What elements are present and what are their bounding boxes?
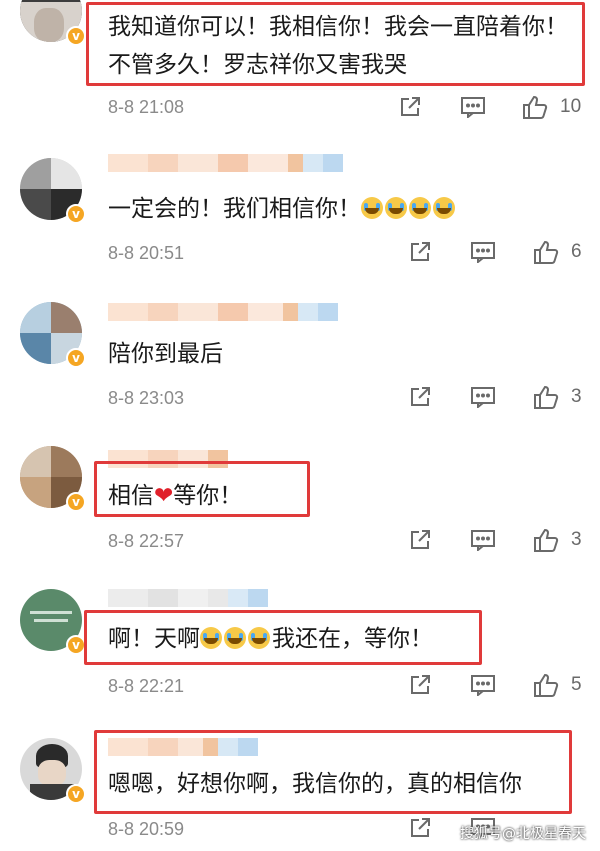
comment-text: 陪你到最后 — [108, 341, 223, 367]
comment-time: 8-8 23:03 — [108, 388, 185, 408]
like-icon — [534, 385, 559, 409]
avatar[interactable]: v — [20, 446, 86, 512]
share-button[interactable] — [408, 673, 432, 697]
comment-icon — [471, 242, 495, 263]
comment-button[interactable] — [470, 241, 496, 263]
comment-time: 8-8 22:21 — [108, 676, 185, 696]
like-icon — [534, 240, 559, 264]
comment-item: v 我知道你可以！我相信你！我会一直陪着你！不管多久！罗志祥你又害我哭 8-8 … — [0, 0, 600, 140]
highlight-box — [86, 2, 585, 86]
like-count: 5 — [571, 674, 582, 695]
comment-button[interactable] — [460, 96, 486, 118]
avatar[interactable]: v — [20, 0, 86, 46]
comment-time: 8-8 20:59 — [108, 819, 185, 839]
like-button[interactable]: 6 — [533, 239, 582, 265]
share-icon — [411, 530, 430, 549]
like-icon — [523, 95, 548, 119]
crying-emoji-icon — [361, 197, 383, 219]
avatar[interactable]: v — [20, 589, 86, 655]
highlight-box — [84, 610, 482, 665]
share-icon — [401, 97, 420, 116]
comment-time: 8-8 21:08 — [108, 97, 185, 117]
like-button[interactable]: 5 — [533, 672, 582, 698]
verified-badge-icon: v — [66, 635, 86, 655]
verified-badge-icon: v — [66, 492, 86, 512]
share-icon — [411, 818, 430, 837]
like-count: 10 — [560, 96, 582, 117]
like-button[interactable]: 3 — [533, 384, 582, 410]
comment-icon — [471, 675, 495, 696]
like-count: 3 — [571, 529, 582, 550]
highlight-box — [94, 461, 310, 517]
comment-icon — [461, 97, 485, 118]
verified-badge-icon: v — [66, 26, 86, 46]
avatar[interactable]: v — [20, 738, 86, 804]
comment-item: v 啊！天啊 我还在，等你！ 8-8 22:21 5 — [0, 575, 600, 720]
comment-icon — [471, 387, 495, 408]
comment-time: 8-8 20:51 — [108, 243, 185, 263]
like-button[interactable]: 3 — [533, 527, 582, 553]
like-button[interactable]: 10 — [522, 94, 581, 120]
comment-button[interactable] — [470, 529, 496, 551]
verified-badge-icon: v — [66, 784, 86, 804]
share-button[interactable] — [408, 816, 432, 840]
comment-item: v 陪你到最后 8-8 23:03 3 — [0, 285, 600, 430]
crying-emoji-icon — [433, 197, 455, 219]
username-blurred[interactable] — [108, 589, 268, 607]
username-blurred[interactable] — [108, 154, 343, 172]
verified-badge-icon: v — [66, 204, 86, 224]
comment-button[interactable] — [470, 386, 496, 408]
verified-badge-icon: v — [66, 348, 86, 368]
avatar[interactable]: v — [20, 158, 86, 224]
avatar[interactable]: v — [20, 302, 86, 368]
share-button[interactable] — [408, 385, 432, 409]
share-icon — [411, 242, 430, 261]
share-icon — [411, 387, 430, 406]
comment-time: 8-8 22:57 — [108, 531, 185, 551]
highlight-box — [94, 730, 572, 814]
comment-text: 一定会的！我们相信你！ — [108, 190, 457, 228]
comment-button[interactable] — [470, 674, 496, 696]
crying-emoji-icon — [385, 197, 407, 219]
comment-item: v 一定会的！我们相信你！ 8-8 20:51 6 — [0, 140, 600, 285]
like-icon — [534, 528, 559, 552]
like-count: 6 — [571, 241, 582, 262]
username-blurred[interactable] — [108, 303, 338, 321]
like-icon — [534, 673, 559, 697]
like-count: 3 — [571, 386, 582, 407]
watermark: 搜狐号@北极星春天 — [460, 826, 586, 842]
share-icon — [411, 675, 430, 694]
crying-emoji-icon — [409, 197, 431, 219]
comment-icon — [471, 530, 495, 551]
share-button[interactable] — [408, 528, 432, 552]
share-button[interactable] — [398, 95, 422, 119]
comment-item: v 相信❤等你！ 8-8 22:57 3 — [0, 430, 600, 575]
share-button[interactable] — [408, 240, 432, 264]
